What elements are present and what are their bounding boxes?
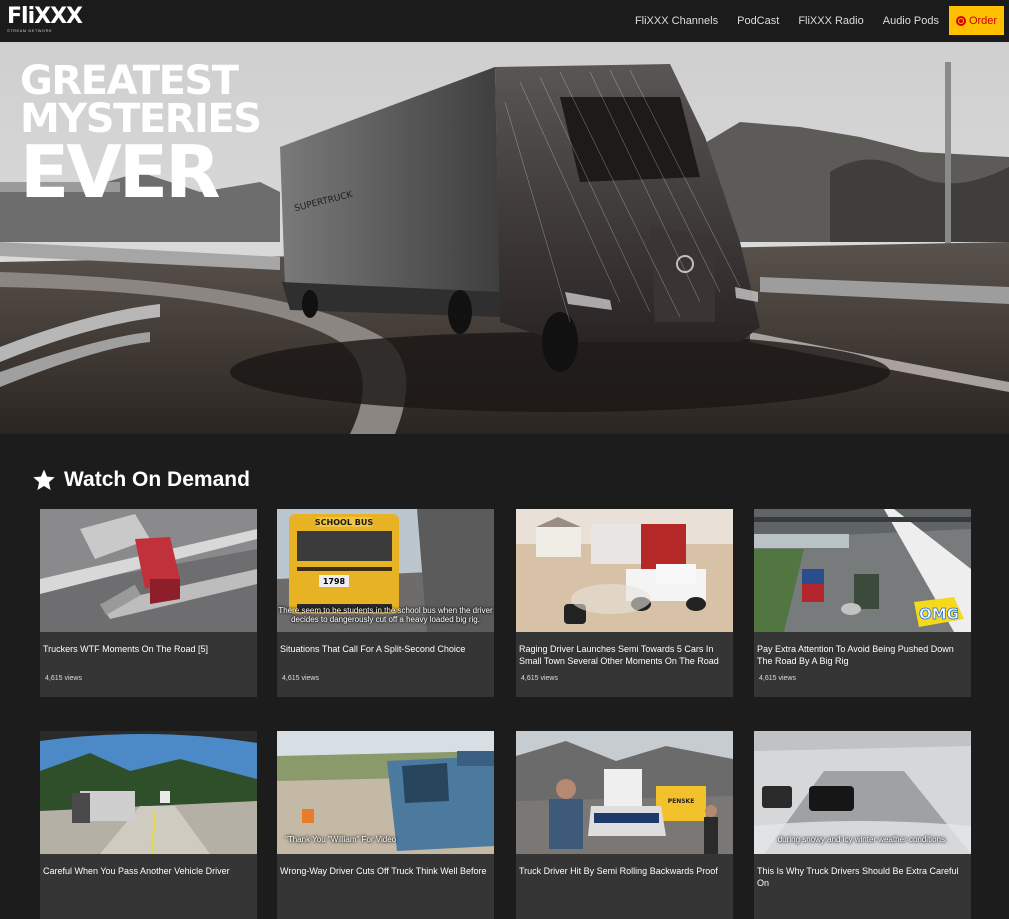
video-caption: "Thank You "William" For Video — [285, 835, 397, 844]
video-thumbnail[interactable] — [516, 509, 733, 632]
video-views: 4,615 views — [45, 675, 82, 682]
video-card[interactable]: Truckers WTF Moments On The Road [5] 4,6… — [40, 509, 257, 697]
video-card[interactable]: "Thank You "William" For Video Wrong-Way… — [277, 731, 494, 919]
order-button[interactable]: Order — [949, 6, 1004, 35]
svg-text:1798: 1798 — [323, 577, 346, 586]
video-card[interactable]: OMG Pay Extra Attention To Avoid Being P… — [754, 509, 971, 697]
video-thumbnail[interactable]: OMG — [754, 509, 971, 632]
site-logo[interactable]: FliXXX STREAM NETWORK — [7, 6, 83, 36]
video-title[interactable]: Truck Driver Hit By Semi Rolling Backwar… — [519, 865, 731, 877]
video-views: 4,615 views — [759, 675, 796, 682]
hero-title: GREATEST MYSTERIES EVER — [20, 58, 262, 214]
hero-title-line-3: EVER — [20, 130, 221, 214]
svg-text:SCHOOL BUS: SCHOOL BUS — [315, 518, 373, 527]
svg-text:OMG: OMG — [919, 605, 959, 623]
video-views: 4,615 views — [282, 675, 319, 682]
hero-title-line-1: GREATEST — [20, 58, 239, 104]
section-title: Watch On Demand — [64, 468, 250, 491]
video-card[interactable]: PENSKE Truck Driver Hit By Semi Rolling … — [516, 731, 733, 919]
video-title[interactable]: Pay Extra Attention To Avoid Being Pushe… — [757, 643, 969, 667]
video-title[interactable]: Wrong-Way Driver Cuts Off Truck Think We… — [280, 865, 492, 877]
nav-link-radio[interactable]: FliXXX Radio — [798, 15, 863, 27]
video-thumbnail[interactable]: SCHOOL BUS 1798 There seem to be student… — [277, 509, 494, 632]
target-icon — [955, 15, 966, 26]
video-title[interactable]: Situations That Call For A Split-Second … — [280, 643, 492, 655]
nav-links: FliXXX Channels PodCast FliXXX Radio Aud… — [616, 6, 1004, 35]
video-thumbnail[interactable]: "Thank You "William" For Video — [277, 731, 494, 854]
logo-text: FliXXX — [7, 4, 83, 29]
video-thumbnail[interactable]: during snowy and icy winter weather cond… — [754, 731, 971, 854]
video-thumbnail[interactable] — [40, 509, 257, 632]
video-card[interactable]: during snowy and icy winter weather cond… — [754, 731, 971, 919]
star-icon — [33, 469, 55, 490]
nav-link-audio-pods[interactable]: Audio Pods — [883, 15, 939, 27]
video-thumbnail[interactable]: PENSKE — [516, 731, 733, 854]
video-views: 4,615 views — [521, 675, 558, 682]
top-navigation: FliXXX STREAM NETWORK FliXXX Channels Po… — [0, 0, 1009, 42]
hero-banner[interactable]: SUPERTRUCK GREATEST MYSTERIES EVER — [0, 42, 1009, 434]
logo-subtitle: STREAM NETWORK — [7, 28, 53, 33]
svg-text:PENSKE: PENSKE — [668, 798, 695, 805]
video-title[interactable]: Raging Driver Launches Semi Towards 5 Ca… — [519, 643, 731, 667]
nav-link-podcast[interactable]: PodCast — [737, 15, 779, 27]
nav-link-channels[interactable]: FliXXX Channels — [635, 15, 718, 27]
video-card[interactable]: Raging Driver Launches Semi Towards 5 Ca… — [516, 509, 733, 697]
video-card[interactable]: Careful When You Pass Another Vehicle Dr… — [40, 731, 257, 919]
video-caption: during snowy and icy winter weather cond… — [777, 835, 948, 844]
video-title[interactable]: Truckers WTF Moments On The Road [5] — [43, 643, 255, 655]
video-title[interactable]: Careful When You Pass Another Vehicle Dr… — [43, 865, 255, 877]
video-card[interactable]: SCHOOL BUS 1798 There seem to be student… — [277, 509, 494, 697]
section-header: Watch On Demand — [32, 466, 250, 494]
video-thumbnail[interactable] — [40, 731, 257, 854]
order-label: Order — [968, 14, 998, 27]
video-caption: There seem to be students in the school … — [278, 606, 493, 624]
video-title[interactable]: This Is Why Truck Drivers Should Be Extr… — [757, 865, 969, 889]
